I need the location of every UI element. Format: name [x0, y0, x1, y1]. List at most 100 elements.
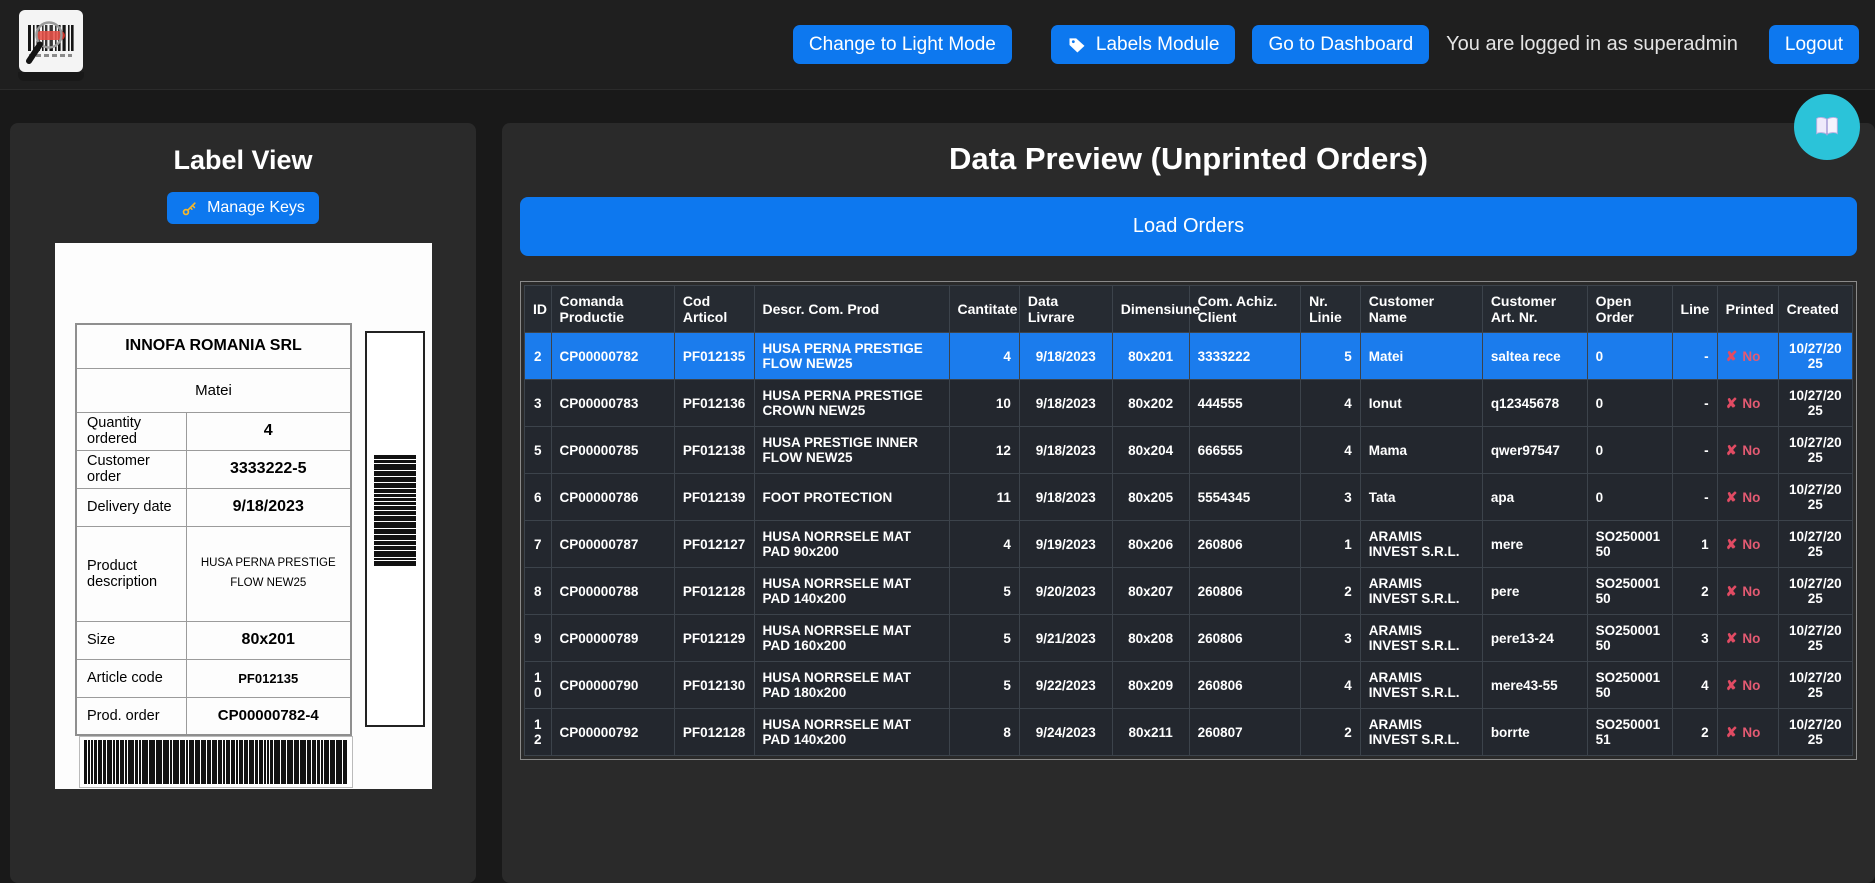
- cell-nr_linie[interactable]: 2: [1301, 709, 1361, 756]
- cell-descr[interactable]: HUSA NORRSELE MAT PAD 140x200: [754, 709, 949, 756]
- cell-cantitate[interactable]: 10: [949, 380, 1019, 427]
- cell-created[interactable]: 10/27/2025: [1778, 427, 1852, 474]
- cell-cantitate[interactable]: 5: [949, 615, 1019, 662]
- cell-customer_name[interactable]: ARAMIS INVEST S.R.L.: [1360, 709, 1482, 756]
- cell-nr_linie[interactable]: 3: [1301, 474, 1361, 521]
- cell-descr[interactable]: HUSA PERNA PRESTIGE FLOW NEW25: [754, 333, 949, 380]
- cell-line[interactable]: 3: [1672, 615, 1717, 662]
- cell-cod[interactable]: PF012128: [674, 568, 754, 615]
- manage-keys-button[interactable]: Manage Keys: [167, 192, 319, 224]
- cell-descr[interactable]: HUSA NORRSELE MAT PAD 160x200: [754, 615, 949, 662]
- cell-open_order[interactable]: SO25000150: [1587, 521, 1672, 568]
- cell-comanda[interactable]: CP00000789: [551, 615, 674, 662]
- cell-line[interactable]: 2: [1672, 709, 1717, 756]
- cell-printed[interactable]: ✘No: [1717, 568, 1778, 615]
- cell-customer_art[interactable]: mere: [1482, 521, 1587, 568]
- cell-created[interactable]: 10/27/2025: [1778, 474, 1852, 521]
- cell-dimensiune[interactable]: 80x208: [1112, 615, 1189, 662]
- cell-created[interactable]: 10/27/2025: [1778, 333, 1852, 380]
- cell-printed[interactable]: ✘No: [1717, 474, 1778, 521]
- cell-dimensiune[interactable]: 80x205: [1112, 474, 1189, 521]
- cell-customer_name[interactable]: ARAMIS INVEST S.R.L.: [1360, 615, 1482, 662]
- cell-cod[interactable]: PF012136: [674, 380, 754, 427]
- cell-com_achiz[interactable]: 260806: [1189, 615, 1300, 662]
- cell-comanda[interactable]: CP00000790: [551, 662, 674, 709]
- cell-cod[interactable]: PF012128: [674, 709, 754, 756]
- cell-cantitate[interactable]: 12: [949, 427, 1019, 474]
- cell-customer_art[interactable]: mere43-55: [1482, 662, 1587, 709]
- cell-id[interactable]: 3: [525, 380, 552, 427]
- cell-customer_art[interactable]: q12345678: [1482, 380, 1587, 427]
- cell-printed[interactable]: ✘No: [1717, 662, 1778, 709]
- cell-line[interactable]: 1: [1672, 521, 1717, 568]
- cell-comanda[interactable]: CP00000788: [551, 568, 674, 615]
- cell-printed[interactable]: ✘No: [1717, 615, 1778, 662]
- cell-id[interactable]: 5: [525, 427, 552, 474]
- cell-cantitate[interactable]: 5: [949, 662, 1019, 709]
- cell-customer_art[interactable]: pere13-24: [1482, 615, 1587, 662]
- column-header-cantitate[interactable]: Cantitate: [949, 286, 1019, 333]
- cell-data_livrare[interactable]: 9/18/2023: [1019, 474, 1112, 521]
- change-light-mode-button[interactable]: Change to Light Mode: [793, 25, 1012, 65]
- column-header-com_achiz[interactable]: Com. Achiz. Client: [1189, 286, 1300, 333]
- cell-open_order[interactable]: 0: [1587, 427, 1672, 474]
- column-header-line[interactable]: Line: [1672, 286, 1717, 333]
- cell-id[interactable]: 7: [525, 521, 552, 568]
- cell-created[interactable]: 10/27/2025: [1778, 521, 1852, 568]
- column-header-printed[interactable]: Printed: [1717, 286, 1778, 333]
- cell-descr[interactable]: FOOT PROTECTION: [754, 474, 949, 521]
- cell-customer_art[interactable]: pere: [1482, 568, 1587, 615]
- cell-com_achiz[interactable]: 260806: [1189, 568, 1300, 615]
- cell-open_order[interactable]: SO25000150: [1587, 568, 1672, 615]
- cell-dimensiune[interactable]: 80x211: [1112, 709, 1189, 756]
- cell-open_order[interactable]: 0: [1587, 474, 1672, 521]
- table-row[interactable]: 12CP00000792PF012128HUSA NORRSELE MAT PA…: [525, 709, 1853, 756]
- cell-customer_name[interactable]: Tata: [1360, 474, 1482, 521]
- cell-comanda[interactable]: CP00000783: [551, 380, 674, 427]
- cell-cod[interactable]: PF012130: [674, 662, 754, 709]
- cell-open_order[interactable]: 0: [1587, 333, 1672, 380]
- cell-nr_linie[interactable]: 3: [1301, 615, 1361, 662]
- cell-line[interactable]: -: [1672, 427, 1717, 474]
- app-logo[interactable]: [18, 9, 84, 81]
- table-row[interactable]: 6CP00000786PF012139FOOT PROTECTION119/18…: [525, 474, 1853, 521]
- cell-dimensiune[interactable]: 80x202: [1112, 380, 1189, 427]
- cell-printed[interactable]: ✘No: [1717, 380, 1778, 427]
- cell-line[interactable]: 2: [1672, 568, 1717, 615]
- column-header-data_livrare[interactable]: Data Livrare: [1019, 286, 1112, 333]
- cell-descr[interactable]: HUSA NORRSELE MAT PAD 180x200: [754, 662, 949, 709]
- cell-customer_art[interactable]: borrte: [1482, 709, 1587, 756]
- cell-id[interactable]: 6: [525, 474, 552, 521]
- cell-line[interactable]: -: [1672, 380, 1717, 427]
- cell-id[interactable]: 12: [525, 709, 552, 756]
- column-header-customer_art[interactable]: Customer Art. Nr.: [1482, 286, 1587, 333]
- cell-line[interactable]: -: [1672, 474, 1717, 521]
- cell-data_livrare[interactable]: 9/18/2023: [1019, 333, 1112, 380]
- cell-data_livrare[interactable]: 9/20/2023: [1019, 568, 1112, 615]
- cell-com_achiz[interactable]: 3333222: [1189, 333, 1300, 380]
- cell-customer_art[interactable]: saltea rece: [1482, 333, 1587, 380]
- go-to-dashboard-button[interactable]: Go to Dashboard: [1252, 25, 1429, 65]
- logout-button[interactable]: Logout: [1769, 25, 1859, 65]
- cell-customer_name[interactable]: ARAMIS INVEST S.R.L.: [1360, 662, 1482, 709]
- cell-nr_linie[interactable]: 2: [1301, 568, 1361, 615]
- cell-open_order[interactable]: 0: [1587, 380, 1672, 427]
- cell-cod[interactable]: PF012139: [674, 474, 754, 521]
- cell-cod[interactable]: PF012135: [674, 333, 754, 380]
- cell-customer_name[interactable]: ARAMIS INVEST S.R.L.: [1360, 521, 1482, 568]
- cell-nr_linie[interactable]: 4: [1301, 427, 1361, 474]
- cell-cod[interactable]: PF012138: [674, 427, 754, 474]
- column-header-customer_name[interactable]: Customer Name: [1360, 286, 1482, 333]
- column-header-created[interactable]: Created: [1778, 286, 1852, 333]
- cell-printed[interactable]: ✘No: [1717, 709, 1778, 756]
- cell-id[interactable]: 10: [525, 662, 552, 709]
- cell-line[interactable]: 4: [1672, 662, 1717, 709]
- table-row[interactable]: 5CP00000785PF012138HUSA PRESTIGE INNER F…: [525, 427, 1853, 474]
- cell-com_achiz[interactable]: 260806: [1189, 521, 1300, 568]
- cell-printed[interactable]: ✘No: [1717, 521, 1778, 568]
- cell-data_livrare[interactable]: 9/22/2023: [1019, 662, 1112, 709]
- cell-dimensiune[interactable]: 80x201: [1112, 333, 1189, 380]
- table-row[interactable]: 8CP00000788PF012128HUSA NORRSELE MAT PAD…: [525, 568, 1853, 615]
- cell-open_order[interactable]: SO25000150: [1587, 662, 1672, 709]
- cell-data_livrare[interactable]: 9/18/2023: [1019, 380, 1112, 427]
